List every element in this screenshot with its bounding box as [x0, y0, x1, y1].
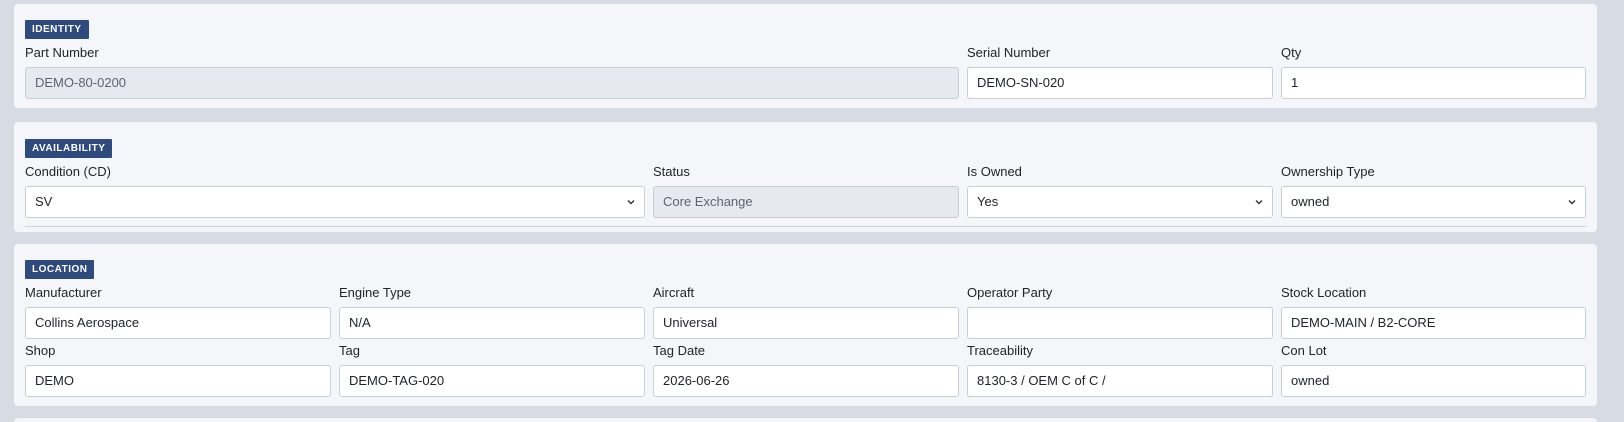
serial-number-label: Serial Number	[967, 45, 1051, 60]
manufacturer-label: Manufacturer	[25, 285, 102, 300]
stock-location-label: Stock Location	[1281, 285, 1367, 300]
part-number-field: Part Number DEMO-80-0200	[25, 45, 959, 99]
chevron-down-icon	[1255, 200, 1263, 205]
shop-input[interactable]: DEMO	[25, 365, 331, 397]
aircraft-input[interactable]: Universal	[653, 307, 959, 339]
status-input[interactable]: Core Exchange	[653, 186, 959, 218]
status-field: Status Core Exchange	[653, 164, 959, 218]
tag-label: Tag	[339, 343, 360, 358]
is-owned-select[interactable]: Yes	[967, 186, 1273, 218]
section-divider	[25, 226, 1586, 227]
location-badge: LOCATION	[25, 260, 95, 279]
aircraft-label: Aircraft	[653, 285, 695, 300]
tag-input[interactable]: DEMO-TAG-020	[339, 365, 645, 397]
traceability-field: Traceability 8130-3 / OEM C of C /	[967, 343, 1273, 397]
condition-select[interactable]: SV	[25, 186, 645, 218]
chevron-down-icon	[627, 200, 635, 205]
identity-section: IDENTITY Part Number DEMO-80-0200 Serial…	[14, 4, 1597, 108]
stock-location-input[interactable]: DEMO-MAIN / B2-CORE	[1281, 307, 1586, 339]
part-number-input[interactable]: DEMO-80-0200	[25, 67, 959, 99]
next-section-edge	[14, 418, 1597, 422]
qty-label: Qty	[1281, 45, 1302, 60]
qty-field: Qty 1	[1281, 45, 1586, 99]
aircraft-field: Aircraft Universal	[653, 285, 959, 339]
traceability-input[interactable]: 8130-3 / OEM C of C /	[967, 365, 1273, 397]
traceability-label: Traceability	[967, 343, 1033, 358]
operator-party-field: Operator Party	[967, 285, 1273, 339]
tag-field: Tag DEMO-TAG-020	[339, 343, 645, 397]
engine-type-field: Engine Type N/A	[339, 285, 645, 339]
part-number-label: Part Number	[25, 45, 99, 60]
tag-date-input[interactable]: 2026-06-26	[653, 365, 959, 397]
availability-badge: AVAILABILITY	[25, 139, 113, 158]
shop-label: Shop	[25, 343, 56, 358]
engine-type-input[interactable]: N/A	[339, 307, 645, 339]
shop-field: Shop DEMO	[25, 343, 331, 397]
is-owned-label: Is Owned	[967, 164, 1022, 179]
ownership-type-select[interactable]: owned	[1281, 186, 1586, 218]
ownership-type-field: Ownership Type owned	[1281, 164, 1586, 218]
location-section: LOCATION Manufacturer Collins Aerospace …	[14, 244, 1597, 406]
condition-value: SV	[35, 194, 53, 209]
con-lot-field: Con Lot owned	[1281, 343, 1586, 397]
availability-section: AVAILABILITY Condition (CD) SV Status Co…	[14, 122, 1597, 232]
condition-label: Condition (CD)	[25, 164, 111, 179]
qty-input[interactable]: 1	[1281, 67, 1586, 99]
tag-date-label: Tag Date	[653, 343, 706, 358]
con-lot-input[interactable]: owned	[1281, 365, 1586, 397]
status-label: Status	[653, 164, 690, 179]
manufacturer-field: Manufacturer Collins Aerospace	[25, 285, 331, 339]
condition-field: Condition (CD) SV	[25, 164, 645, 218]
serial-number-input[interactable]: DEMO-SN-020	[967, 67, 1273, 99]
tag-date-field: Tag Date 2026-06-26	[653, 343, 959, 397]
ownership-type-value: owned	[1291, 194, 1330, 209]
ownership-type-label: Ownership Type	[1281, 164, 1375, 179]
chevron-down-icon	[1568, 200, 1576, 205]
identity-badge: IDENTITY	[25, 20, 89, 39]
engine-type-label: Engine Type	[339, 285, 412, 300]
manufacturer-input[interactable]: Collins Aerospace	[25, 307, 331, 339]
serial-number-field: Serial Number DEMO-SN-020	[967, 45, 1273, 99]
operator-party-input[interactable]	[967, 307, 1273, 339]
is-owned-value: Yes	[977, 194, 999, 209]
con-lot-label: Con Lot	[1281, 343, 1327, 358]
stock-location-field: Stock Location DEMO-MAIN / B2-CORE	[1281, 285, 1586, 339]
is-owned-field: Is Owned Yes	[967, 164, 1273, 218]
operator-party-label: Operator Party	[967, 285, 1053, 300]
